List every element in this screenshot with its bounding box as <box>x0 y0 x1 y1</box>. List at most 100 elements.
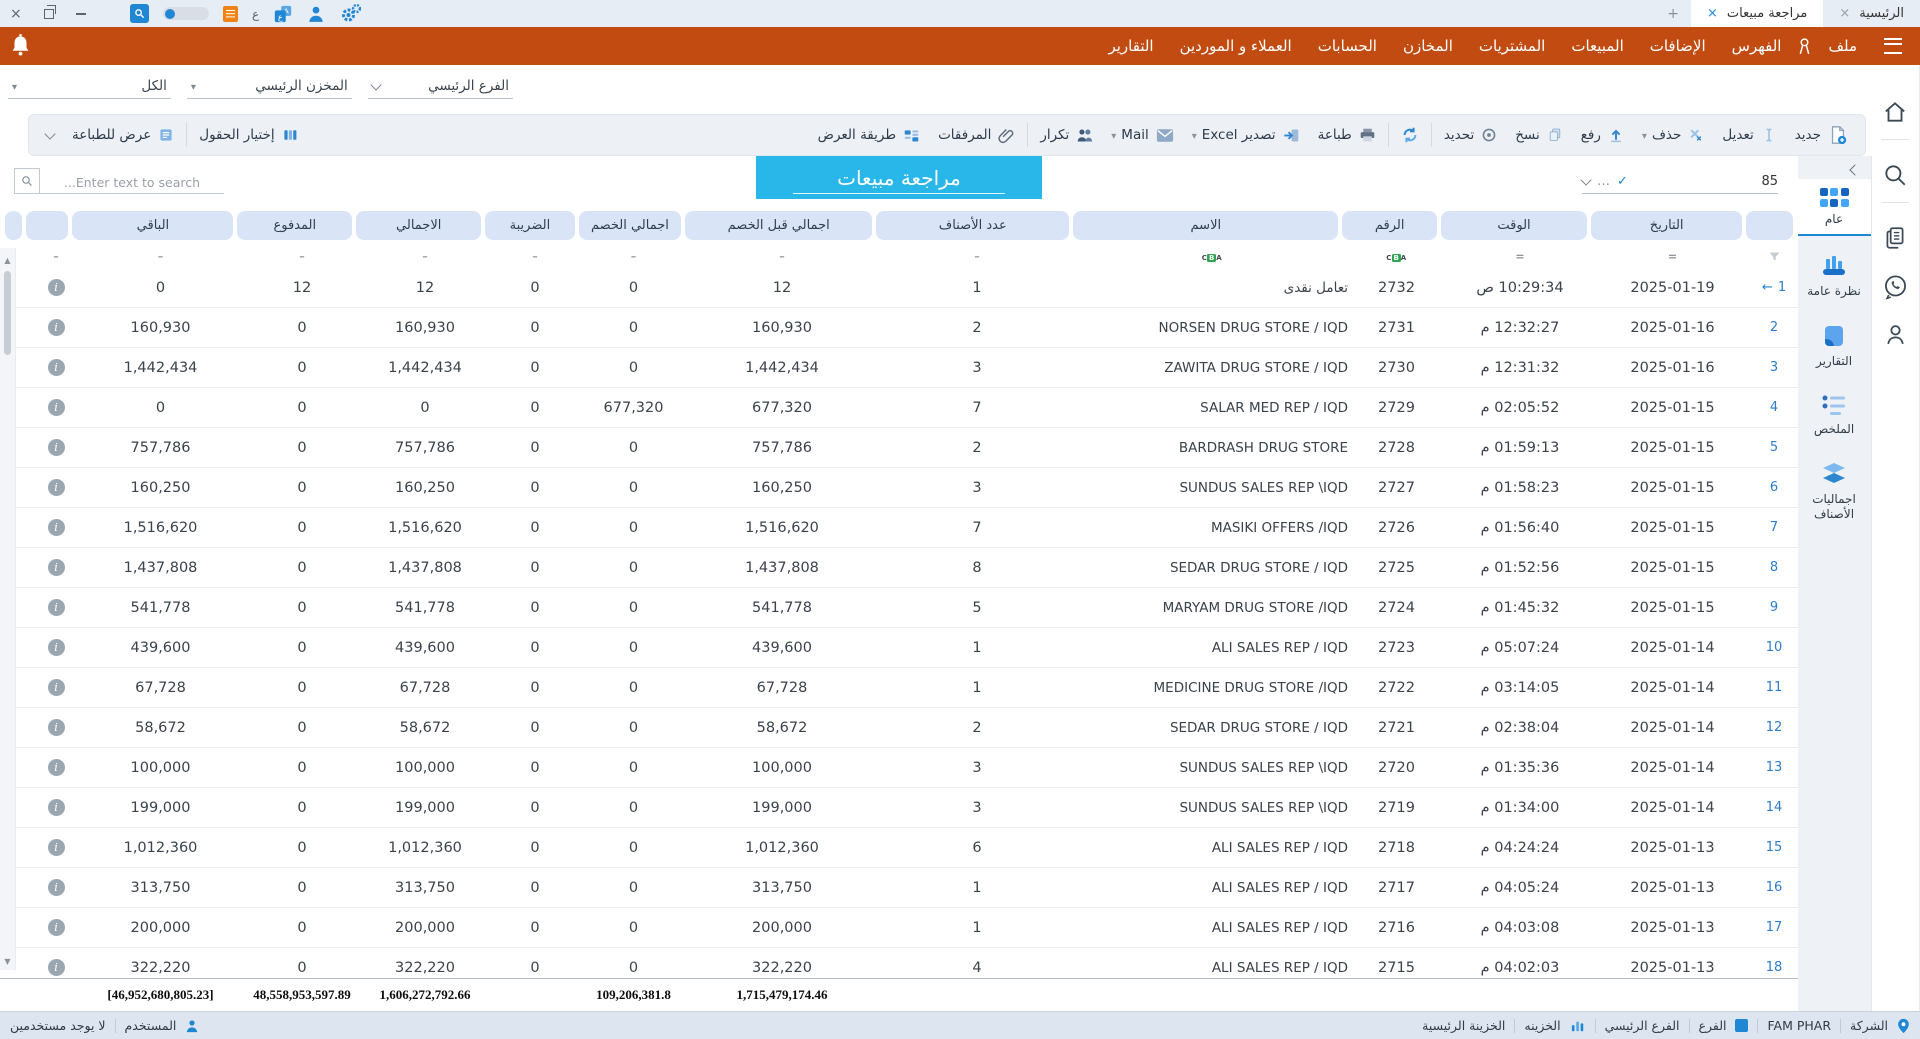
info-icon[interactable] <box>48 919 65 936</box>
filter-dash-icon[interactable] <box>243 250 361 263</box>
notifications-bell-icon[interactable] <box>10 34 31 57</box>
row-number[interactable]: 17 <box>1750 920 1798 935</box>
select-button[interactable]: تحديد <box>1435 119 1506 151</box>
scrollbar-thumb[interactable] <box>4 271 11 355</box>
info-icon[interactable] <box>48 559 65 576</box>
ribbon-icon[interactable] <box>1798 37 1811 56</box>
filter-dash-icon[interactable] <box>581 250 686 263</box>
filter-equals-icon[interactable] <box>1445 250 1595 263</box>
header-number[interactable]: الرقم <box>1342 211 1437 240</box>
table-row[interactable]: 12 2025-01-14 02:38:04 م 2721 SEDAR DRUG… <box>16 708 1798 748</box>
row-number[interactable]: 2 <box>1750 320 1798 335</box>
row-number[interactable]: 6 <box>1750 480 1798 495</box>
row-number[interactable]: 13 <box>1750 760 1798 775</box>
delete-button[interactable]: حذف <box>1633 119 1713 151</box>
user-icon[interactable] <box>307 5 325 23</box>
row-number[interactable]: 10 <box>1750 640 1798 655</box>
menu-sales[interactable]: المبيعات <box>1558 37 1636 55</box>
menu-clients-suppliers[interactable]: العملاء و الموردين <box>1167 37 1305 55</box>
caret-down-icon[interactable] <box>1192 127 1197 143</box>
filter-dash-icon[interactable] <box>78 250 243 263</box>
header-name[interactable]: الاسم <box>1073 211 1338 240</box>
edit-button[interactable]: تعديل <box>1713 119 1785 151</box>
record-navigator[interactable]: 85 <box>1582 174 1778 194</box>
header-remaining[interactable]: الباقي <box>72 211 233 240</box>
row-number[interactable]: 15 <box>1750 840 1798 855</box>
table-row[interactable]: 5 2025-01-15 01:59:13 م 2728 BARDRASH DR… <box>16 428 1798 468</box>
info-icon[interactable] <box>48 399 65 416</box>
refresh-button[interactable] <box>1392 119 1428 151</box>
scope-dropdown[interactable]: الكل <box>8 78 171 99</box>
info-icon[interactable] <box>48 479 65 496</box>
notes-icon[interactable] <box>223 6 238 22</box>
ellipsis-icon[interactable] <box>1597 174 1610 189</box>
filter-dash-icon[interactable] <box>34 250 78 263</box>
table-row[interactable]: 7 2025-01-15 01:56:40 م 2726 MASIKI OFFE… <box>16 508 1798 548</box>
table-row[interactable]: 2 2025-01-16 12:32:27 م 2731 NORSEN DRUG… <box>16 308 1798 348</box>
filter-funnel-icon[interactable] <box>1750 250 1798 263</box>
collapse-rail-icon[interactable] <box>1797 156 1871 179</box>
copy-button[interactable]: نسخ <box>1506 119 1572 151</box>
info-icon[interactable] <box>48 799 65 816</box>
info-icon[interactable] <box>48 839 65 856</box>
window-restore-icon[interactable] <box>44 9 54 19</box>
search-input[interactable]: Enter text to search... <box>40 171 224 194</box>
info-icon[interactable] <box>48 279 65 296</box>
row-number[interactable]: 5 <box>1750 440 1798 455</box>
header-items-count[interactable]: عدد الأصناف <box>876 211 1069 240</box>
row-number[interactable]: 8 <box>1750 560 1798 575</box>
table-row[interactable]: 14 2025-01-14 01:34:00 م 2719 SUNDUS SAL… <box>16 788 1798 828</box>
search-icon[interactable] <box>14 168 40 194</box>
row-number[interactable]: 4 <box>1750 400 1798 415</box>
view-tab-summary[interactable]: الملخص <box>1797 384 1871 444</box>
vertical-scrollbar[interactable] <box>0 248 16 970</box>
whatsapp-icon[interactable] <box>1871 273 1919 300</box>
rail-search-icon[interactable] <box>1871 162 1919 188</box>
branch-dropdown[interactable]: الفرع الرئيسي <box>368 78 513 99</box>
info-icon[interactable] <box>48 519 65 536</box>
header-total-before-discount[interactable]: اجمالي قبل الخصم <box>685 211 872 240</box>
header-paid[interactable]: المدفوع <box>237 211 352 240</box>
caret-down-icon[interactable] <box>1642 127 1647 143</box>
language-letter[interactable]: ع <box>252 7 259 21</box>
export-excel-button[interactable]: تصدير Excel <box>1183 119 1309 151</box>
attachments-button[interactable]: المرفقات <box>929 119 1024 151</box>
table-row[interactable]: 11 2025-01-14 03:14:05 م 2722 MEDICINE D… <box>16 668 1798 708</box>
menu-purchases[interactable]: المشتريات <box>1466 37 1558 55</box>
toolbar-overflow-chevron[interactable] <box>37 119 63 151</box>
info-icon[interactable] <box>48 599 65 616</box>
chevron-down-icon[interactable] <box>1580 174 1591 185</box>
person-outline-icon[interactable] <box>1871 322 1919 347</box>
theme-toggle[interactable] <box>163 7 209 20</box>
table-row[interactable]: 17 2025-01-13 04:03:08 م 2716 ALI SALES … <box>16 908 1798 948</box>
menu-reports[interactable]: التقارير <box>1095 37 1166 55</box>
menu-file[interactable]: ملف <box>1815 37 1870 55</box>
info-icon[interactable] <box>48 959 65 976</box>
filter-equals-icon[interactable] <box>1595 250 1750 263</box>
table-row[interactable]: 1 2025-01-19 10:29:34 ص 2732 تعامل نقدى … <box>16 268 1798 308</box>
choose-fields-button[interactable]: إختيار الحقول <box>190 119 306 151</box>
view-tab-overview[interactable]: نظرة عامة <box>1797 244 1871 306</box>
table-row[interactable]: 13 2025-01-14 01:35:36 م 2720 SUNDUS SAL… <box>16 748 1798 788</box>
copy-documents-icon[interactable] <box>1871 225 1919 251</box>
info-icon[interactable] <box>48 679 65 696</box>
menu-addons[interactable]: الإضافات <box>1637 37 1719 55</box>
table-row[interactable]: 9 2025-01-15 01:45:32 م 2724 MARYAM DRUG… <box>16 588 1798 628</box>
filter-dash-icon[interactable] <box>686 250 878 263</box>
settings-gears-icon[interactable] <box>339 2 363 26</box>
info-icon[interactable] <box>48 759 65 776</box>
tab-close-icon[interactable] <box>1707 6 1718 21</box>
header-date[interactable]: التاريخ <box>1591 211 1742 240</box>
filter-abc-icon[interactable]: ABC <box>1348 250 1445 263</box>
caret-down-icon[interactable] <box>1111 127 1116 143</box>
filter-dash-icon[interactable] <box>489 250 581 263</box>
filter-abc-icon[interactable]: ABC <box>1076 250 1348 263</box>
row-number[interactable]: 18 <box>1750 960 1798 975</box>
scroll-down-icon[interactable] <box>4 949 10 968</box>
view-tab-item-totals[interactable]: اجماليات الأصناف <box>1797 452 1871 530</box>
menu-warehouses[interactable]: المخازن <box>1390 37 1466 55</box>
search-box[interactable]: Enter text to search... <box>14 168 224 194</box>
menu-index[interactable]: الفهرس <box>1719 37 1795 55</box>
window-close-icon[interactable] <box>10 6 22 22</box>
translate-icon[interactable]: Aع <box>273 4 293 24</box>
